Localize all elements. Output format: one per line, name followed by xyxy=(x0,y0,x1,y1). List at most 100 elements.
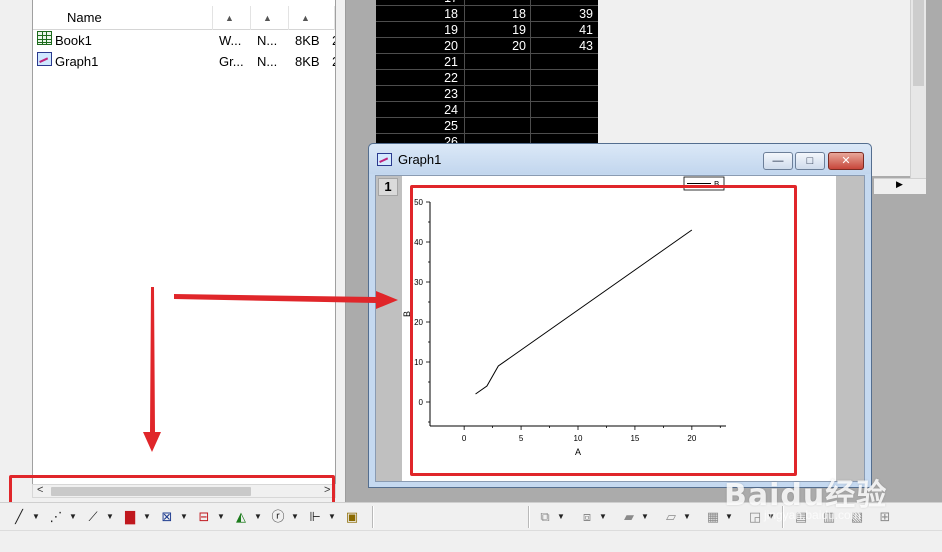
column-plot-button[interactable]: ▇ xyxy=(119,507,141,527)
worksheet-row[interactable]: 23 xyxy=(376,86,598,102)
distribute-button[interactable]: ▧ xyxy=(846,507,868,527)
window-title: Graph1 xyxy=(398,152,442,167)
worksheet-row[interactable]: 19 19 41 xyxy=(376,22,598,38)
item-view: N... xyxy=(257,54,278,69)
3d-bar-button[interactable]: ⧈ xyxy=(576,507,598,527)
x-tick-label: 15 xyxy=(630,434,639,443)
box-chart-dropdown-icon[interactable]: ▼ xyxy=(216,507,226,527)
column-header-type[interactable]: ▲ xyxy=(213,6,251,30)
worksheet-vertical-scrollbar[interactable] xyxy=(910,0,926,182)
column-plot-dropdown-icon[interactable]: ▼ xyxy=(142,507,152,527)
list-item-book1[interactable]: Book1 W... N... 8KB 2 xyxy=(33,31,335,51)
graph-icon xyxy=(377,153,392,166)
3d-bar-dropdown-icon[interactable]: ▼ xyxy=(598,507,608,527)
scatter-plot-dropdown-icon[interactable]: ▼ xyxy=(68,507,78,527)
scroll-thumb[interactable] xyxy=(51,487,251,496)
toolbar-row-secondary xyxy=(0,530,942,552)
toolbar-separator xyxy=(528,506,529,528)
item-type: W... xyxy=(219,33,242,48)
graph-template-button[interactable]: ⊠ xyxy=(156,507,178,527)
column-header-size[interactable]: ▲ xyxy=(289,6,335,30)
worksheet-horizontal-scrollbar[interactable]: ▶ xyxy=(874,178,926,194)
grid-button[interactable]: ▦ xyxy=(702,507,724,527)
sort-ascending-icon: ▲ xyxy=(263,13,272,23)
y-tick-label: 20 xyxy=(414,318,423,327)
y-axis-label: B xyxy=(402,311,412,317)
graph-client-area: 1 0 5 10 15 20 0 10 20 30 40 50 A B B xyxy=(375,175,865,482)
graph-page[interactable]: 0 5 10 15 20 0 10 20 30 40 50 A B B xyxy=(402,176,836,481)
item-extra: 2 xyxy=(332,52,335,72)
line-symbol-plot-button[interactable]: ⟋ xyxy=(82,507,104,527)
layer-tab[interactable]: 1 xyxy=(378,178,398,196)
cell-column-a[interactable]: 20 xyxy=(466,38,530,54)
cell-column-b[interactable]: 43 xyxy=(531,38,597,54)
scatter-plot-button[interactable]: ⋰ xyxy=(45,507,67,527)
worksheet-row[interactable]: 18 18 39 xyxy=(376,6,598,22)
align-right-button[interactable]: ⊞ xyxy=(874,507,896,527)
polar-plot-dropdown-icon[interactable]: ▼ xyxy=(290,507,300,527)
line-plot-button[interactable]: ╱ xyxy=(8,507,30,527)
scroll-left-icon[interactable]: < xyxy=(37,484,43,496)
x-tick-label: 5 xyxy=(519,434,524,443)
toolbar-separator xyxy=(372,506,373,528)
workbook-icon xyxy=(37,31,52,45)
scroll-thumb[interactable] xyxy=(913,0,924,86)
line-plot-dropdown-icon[interactable]: ▼ xyxy=(31,507,41,527)
scroll-right-icon[interactable]: ▶ xyxy=(896,179,903,190)
list-item-graph1[interactable]: Graph1 Gr... N... 8KB 2 xyxy=(33,52,335,72)
sort-ascending-icon: ▲ xyxy=(301,13,310,23)
align-left-button[interactable]: ▤ xyxy=(790,507,812,527)
legend-label: B xyxy=(714,180,719,189)
line-symbol-plot-dropdown-icon[interactable]: ▼ xyxy=(105,507,115,527)
close-button[interactable]: ✕ xyxy=(828,152,864,170)
row-index: 19 xyxy=(444,23,458,37)
arrange-button[interactable]: ◲ xyxy=(744,507,766,527)
graph-window-titlebar[interactable]: Graph1 — □ ✕ xyxy=(369,144,871,174)
series-line-b xyxy=(475,229,693,395)
3d-surface-dropdown-icon[interactable]: ▼ xyxy=(556,507,566,527)
stack-button[interactable]: ▱ xyxy=(660,507,682,527)
stock-chart-dropdown-icon[interactable]: ▼ xyxy=(327,507,337,527)
worksheet-row[interactable]: 20 20 43 xyxy=(376,38,598,54)
box-chart-button[interactable]: ⊟ xyxy=(193,507,215,527)
layer-button[interactable]: ▰ xyxy=(618,507,640,527)
row-index: 23 xyxy=(444,87,458,101)
grid-dropdown-icon[interactable]: ▼ xyxy=(724,507,734,527)
worksheet-row[interactable]: 22 xyxy=(376,70,598,86)
cell-column-b[interactable]: 39 xyxy=(531,6,597,22)
template-library-button[interactable]: ▣ xyxy=(341,507,363,527)
minimize-button[interactable]: — xyxy=(763,152,793,170)
item-size: 8KB xyxy=(295,33,320,48)
graph-template-dropdown-icon[interactable]: ▼ xyxy=(179,507,189,527)
column-header-name-label: Name xyxy=(67,10,102,25)
area-plot-dropdown-icon[interactable]: ▼ xyxy=(253,507,263,527)
scroll-right-icon[interactable]: > xyxy=(324,484,330,496)
explorer-file-list: Name ▲ ▲ ▲ Book1 W... N... 8KB 2 Graph1 … xyxy=(32,0,336,484)
close-icon: ✕ xyxy=(841,155,851,167)
row-index: 25 xyxy=(444,119,458,133)
cell-column-a[interactable]: 19 xyxy=(466,22,530,38)
column-header-view[interactable]: ▲ xyxy=(251,6,289,30)
arrange-dropdown-icon[interactable]: ▼ xyxy=(766,507,776,527)
worksheet-row[interactable]: 25 xyxy=(376,118,598,134)
cell-column-a[interactable]: 18 xyxy=(466,6,530,22)
worksheet-grid: 17181839191941202043212223242526 xyxy=(376,0,598,146)
maximize-button[interactable]: □ xyxy=(795,152,825,170)
y-tick-label: 0 xyxy=(419,398,424,407)
cell-column-b[interactable]: 41 xyxy=(531,22,597,38)
worksheet-row[interactable]: 21 xyxy=(376,54,598,70)
align-center-button[interactable]: ▥ xyxy=(818,507,840,527)
sort-ascending-icon: ▲ xyxy=(225,13,234,23)
minimize-icon: — xyxy=(772,155,784,167)
worksheet-row[interactable]: 24 xyxy=(376,102,598,118)
3d-surface-button[interactable]: ⧉ xyxy=(534,507,556,527)
y-tick-label: 40 xyxy=(414,238,423,247)
stock-chart-button[interactable]: ⊩ xyxy=(304,507,326,527)
polar-plot-button[interactable]: ⓡ xyxy=(267,507,289,527)
explorer-horizontal-scrollbar[interactable]: < > xyxy=(32,484,336,498)
column-header-name[interactable]: Name xyxy=(33,6,213,30)
line-chart[interactable]: 0 5 10 15 20 0 10 20 30 40 50 A B B xyxy=(402,176,836,481)
stack-dropdown-icon[interactable]: ▼ xyxy=(682,507,692,527)
layer-dropdown-icon[interactable]: ▼ xyxy=(640,507,650,527)
area-plot-button[interactable]: ◭ xyxy=(230,507,252,527)
